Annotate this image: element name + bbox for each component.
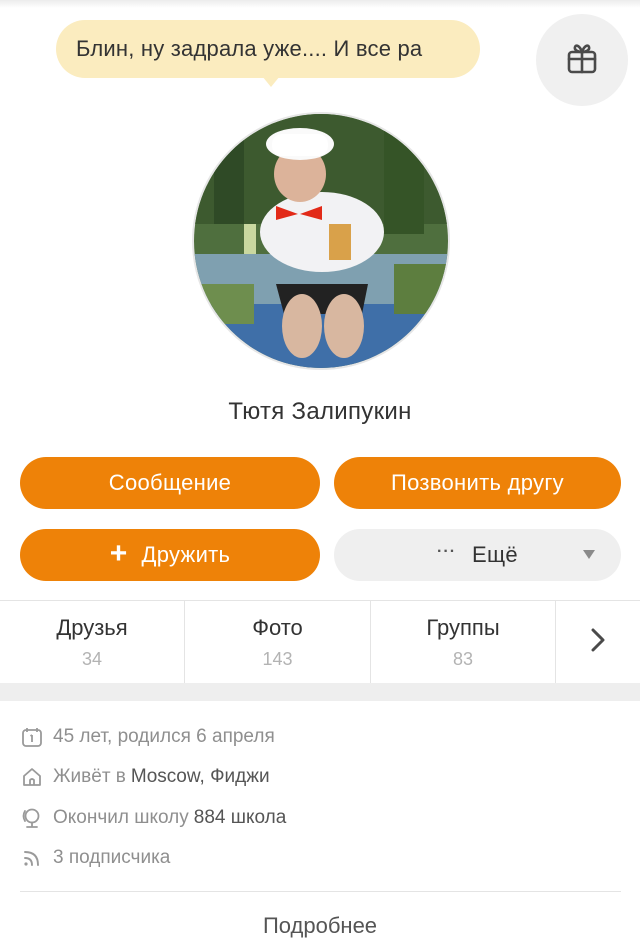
info-city-prefix: Живёт в — [53, 766, 126, 787]
tab-count: 143 — [262, 649, 293, 669]
calendar-icon — [20, 725, 44, 749]
profile-tabs: Друзья 34 Фото 143 Группы 83 — [0, 600, 640, 683]
divider — [20, 891, 621, 892]
user-name: Тютя Залипукин — [228, 398, 412, 425]
tab-photos[interactable]: Фото 143 — [185, 601, 371, 683]
gift-button[interactable] — [536, 14, 628, 106]
call-friend-button[interactable]: Позвонить другу — [334, 457, 621, 509]
gift-icon — [564, 40, 600, 81]
add-friend-button[interactable]: + Дружить — [20, 529, 320, 581]
more-button[interactable]: ··· Ещё — [334, 529, 621, 581]
tab-friends[interactable]: Друзья 34 — [0, 601, 185, 683]
info-school-link[interactable]: 884 школа — [194, 807, 287, 829]
call-friend-button-label: Позвонить другу — [390, 470, 564, 495]
chevron-right-icon — [590, 627, 606, 658]
status-text: Блин, ну задрала уже.... И все ра — [76, 36, 423, 61]
plus-icon: + — [109, 536, 128, 570]
info-subscribers[interactable]: 3 подписчика — [20, 842, 170, 874]
section-separator — [0, 683, 640, 701]
info-school-prefix: Окончил школу — [53, 807, 189, 828]
tabs-next-button[interactable] — [556, 601, 640, 683]
info-school: Окончил школу 884 школа — [20, 802, 286, 834]
home-icon — [20, 765, 44, 789]
info-age-text: 45 лет, родился 6 апреля — [53, 726, 275, 747]
info-age: 45 лет, родился 6 апреля — [20, 721, 275, 753]
more-details-link[interactable]: Подробнее — [0, 913, 640, 939]
avatar[interactable] — [192, 112, 450, 370]
status-bubble[interactable]: Блин, ну задрала уже.... И все ра — [56, 20, 480, 78]
more-button-label: Ещё — [472, 542, 518, 567]
info-city-link[interactable]: Moscow, Фиджи — [131, 766, 270, 788]
tab-label: Фото — [252, 615, 303, 640]
tab-count: 83 — [452, 649, 474, 669]
tab-label: Группы — [426, 615, 500, 640]
tab-label: Друзья — [56, 615, 128, 640]
add-friend-button-label: Дружить — [141, 542, 231, 567]
info-subscribers-text: 3 подписчика — [53, 847, 171, 868]
status-bubble-tail — [262, 76, 280, 87]
rss-icon — [20, 846, 44, 870]
message-button-label: Сообщение — [108, 470, 232, 495]
dropdown-triangle-icon — [583, 550, 595, 559]
info-city: Живёт в Moscow, Фиджи — [20, 761, 270, 793]
top-shadow — [0, 0, 640, 8]
tab-groups[interactable]: Группы 83 — [371, 601, 556, 683]
school-icon — [20, 806, 44, 830]
tab-count: 34 — [81, 649, 103, 669]
message-button[interactable]: Сообщение — [20, 457, 320, 509]
more-dots-icon: ··· — [437, 543, 457, 560]
